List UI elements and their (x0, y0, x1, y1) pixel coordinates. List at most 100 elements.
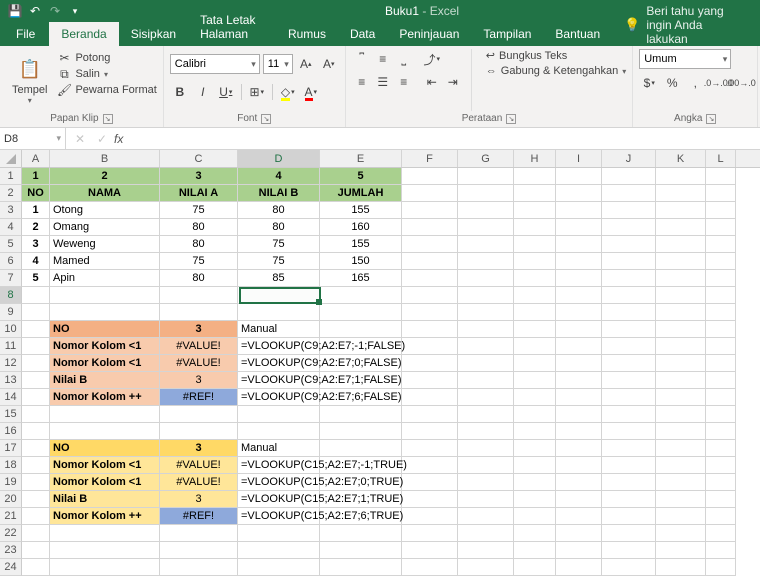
cell[interactable]: NAMA (50, 185, 160, 202)
cell[interactable] (458, 202, 514, 219)
paste-button[interactable]: 📋 Tempel ▾ (6, 49, 53, 111)
cell[interactable] (602, 270, 656, 287)
cell[interactable]: NILAI B (238, 185, 320, 202)
col-header-L[interactable]: L (706, 150, 736, 167)
tab-formulas[interactable]: Rumus (276, 22, 338, 46)
cell[interactable] (602, 440, 656, 457)
cell[interactable]: Nomor Kolom ++ (50, 508, 160, 525)
col-header-I[interactable]: I (556, 150, 602, 167)
row-header[interactable]: 19 (0, 474, 22, 491)
cell[interactable] (458, 321, 514, 338)
cell[interactable] (656, 389, 706, 406)
cell[interactable] (656, 236, 706, 253)
cell[interactable] (402, 185, 458, 202)
row-header[interactable]: 21 (0, 508, 22, 525)
cell[interactable]: Nomor Kolom <1 (50, 355, 160, 372)
cell[interactable]: =VLOOKUP(C9;A2:E7;1;FALSE) (238, 372, 320, 389)
cell[interactable] (706, 491, 736, 508)
tab-home[interactable]: Beranda (49, 22, 118, 46)
cell[interactable] (22, 355, 50, 372)
cell[interactable] (402, 457, 458, 474)
cell[interactable] (556, 440, 602, 457)
cell[interactable]: #VALUE! (160, 457, 238, 474)
cell[interactable] (602, 202, 656, 219)
cell[interactable] (458, 542, 514, 559)
cell[interactable] (556, 559, 602, 576)
cell[interactable] (556, 287, 602, 304)
font-name-select[interactable]: Calibri (170, 54, 260, 74)
cell[interactable] (556, 457, 602, 474)
row-header[interactable]: 10 (0, 321, 22, 338)
cell[interactable] (320, 525, 402, 542)
cell[interactable]: Nilai B (50, 372, 160, 389)
tab-review[interactable]: Peninjauan (387, 22, 471, 46)
cell[interactable] (556, 338, 602, 355)
cell[interactable] (402, 406, 458, 423)
cell[interactable] (402, 168, 458, 185)
fx-icon[interactable]: fx (114, 132, 123, 146)
cell[interactable] (50, 304, 160, 321)
cell[interactable] (458, 287, 514, 304)
align-middle-icon[interactable]: ≡ (373, 49, 393, 69)
cell[interactable] (656, 525, 706, 542)
cell[interactable] (556, 219, 602, 236)
cell[interactable] (602, 304, 656, 321)
cell[interactable] (514, 338, 556, 355)
cell[interactable]: 3 (160, 372, 238, 389)
cell[interactable] (556, 474, 602, 491)
cell[interactable] (514, 287, 556, 304)
row-header[interactable]: 1 (0, 168, 22, 185)
cell[interactable]: Nilai B (50, 491, 160, 508)
cell[interactable] (514, 355, 556, 372)
cell[interactable] (22, 287, 50, 304)
cell[interactable] (22, 304, 50, 321)
cell[interactable]: =VLOOKUP(C15;A2:E7;1;TRUE) (238, 491, 320, 508)
cell[interactable] (402, 474, 458, 491)
cell[interactable] (556, 355, 602, 372)
cell[interactable] (706, 406, 736, 423)
cell[interactable]: Weweng (50, 236, 160, 253)
cell[interactable]: 75 (238, 236, 320, 253)
row-header[interactable]: 13 (0, 372, 22, 389)
cell[interactable] (602, 423, 656, 440)
cell[interactable] (514, 559, 556, 576)
cell[interactable]: 155 (320, 236, 402, 253)
col-header-F[interactable]: F (402, 150, 458, 167)
cell[interactable] (160, 559, 238, 576)
col-header-G[interactable]: G (458, 150, 514, 167)
cell[interactable] (402, 491, 458, 508)
cell[interactable] (602, 372, 656, 389)
cell[interactable] (706, 219, 736, 236)
cell[interactable] (556, 321, 602, 338)
clipboard-dialog-launcher[interactable]: ↘ (103, 114, 113, 124)
font-color-button[interactable]: A (301, 82, 321, 102)
row-header[interactable]: 12 (0, 355, 22, 372)
cell[interactable] (402, 253, 458, 270)
increase-indent-icon[interactable]: ⇥ (443, 72, 463, 92)
cell[interactable] (458, 304, 514, 321)
cell[interactable]: #REF! (160, 508, 238, 525)
cell[interactable] (602, 236, 656, 253)
row-header[interactable]: 5 (0, 236, 22, 253)
cell[interactable]: 80 (160, 270, 238, 287)
cell[interactable] (50, 406, 160, 423)
cell[interactable]: 75 (160, 202, 238, 219)
cell[interactable] (556, 185, 602, 202)
cell[interactable] (458, 372, 514, 389)
cell[interactable] (706, 338, 736, 355)
cell[interactable] (160, 304, 238, 321)
copy-button[interactable]: ⧉Salin ▾ (57, 67, 156, 81)
cell[interactable] (402, 287, 458, 304)
cell[interactable] (656, 491, 706, 508)
cell[interactable] (602, 474, 656, 491)
cell[interactable] (402, 508, 458, 525)
tab-file[interactable]: File (2, 22, 49, 46)
cell[interactable]: #VALUE! (160, 355, 238, 372)
cell[interactable]: =VLOOKUP(C9;A2:E7;-1;FALSE) (238, 338, 320, 355)
cell[interactable] (656, 304, 706, 321)
cell[interactable]: 80 (160, 219, 238, 236)
cell[interactable] (238, 304, 320, 321)
row-header[interactable]: 8 (0, 287, 22, 304)
cell[interactable] (656, 287, 706, 304)
cell[interactable] (656, 423, 706, 440)
